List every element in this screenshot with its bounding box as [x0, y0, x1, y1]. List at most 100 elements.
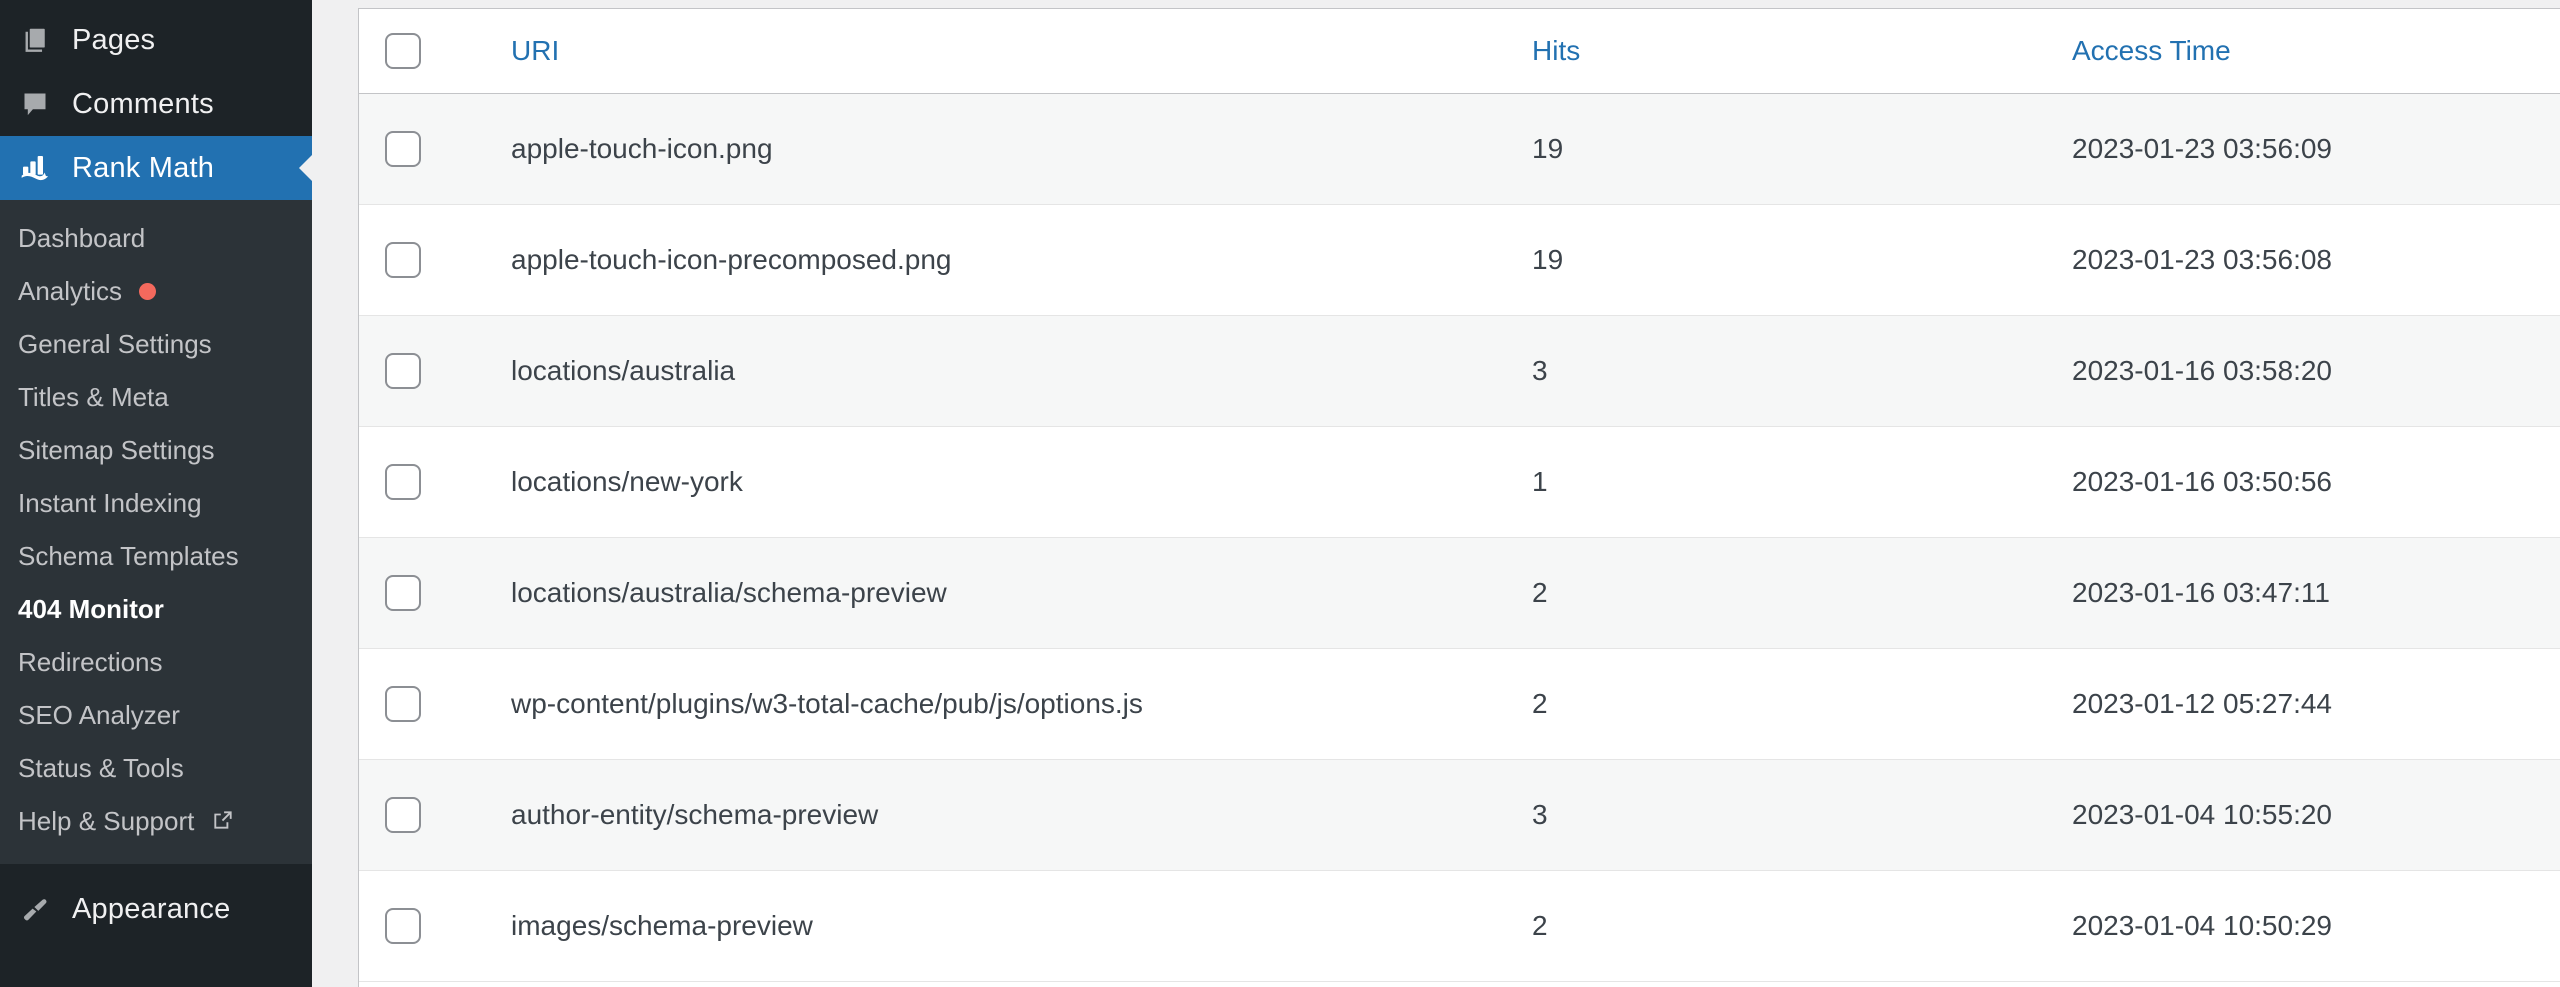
- list-table-container: URI Hits Access Time apple-touch-icon.pn…: [358, 8, 2560, 987]
- table-row[interactable]: author-entity/schema-preview 3 2023-01-04 …: [359, 759, 2560, 871]
- row-select-cell[interactable]: [359, 204, 459, 316]
- column-header-label: Hits: [1532, 34, 1581, 66]
- cell-uri-text: locations/new-york: [511, 465, 743, 497]
- admin-screen: Pages Comments Rank Math Dashboard Analy…: [0, 0, 2560, 987]
- cell-hits: 2: [1480, 870, 2020, 982]
- submenu-item-general-settings[interactable]: General Settings: [0, 318, 312, 371]
- submenu-item-label: Status & Tools: [18, 753, 184, 783]
- select-all-checkbox[interactable]: [385, 32, 421, 69]
- cell-access-time: 2023-01-04 10:50:29: [2020, 870, 2560, 982]
- cell-hits-text: 2: [1532, 687, 1548, 719]
- sidebar-item-appearance[interactable]: Appearance: [0, 878, 312, 942]
- row-select-cell[interactable]: [359, 537, 459, 649]
- table-row[interactable]: images/schema-preview 2 2023-01-04 10:50:2…: [359, 870, 2560, 982]
- cell-uri: locations/new-york: [459, 426, 1480, 538]
- cell-uri-text: locations/australia: [511, 354, 736, 386]
- column-header-hits[interactable]: Hits: [1480, 9, 2020, 94]
- cell-uri: wp-content/plugins/w3-total-cache/pub/js…: [459, 648, 1480, 760]
- row-checkbox[interactable]: [385, 796, 421, 833]
- cell-hits: 2: [1480, 537, 2020, 649]
- submenu-item-status-tools[interactable]: Status & Tools: [0, 742, 312, 795]
- sidebar-item-comments[interactable]: Comments: [0, 72, 312, 136]
- cell-uri-text: locations/australia/schema-preview: [511, 576, 947, 608]
- table-row[interactable]: apple-touch-icon.png 19 2023-01-23 03:56:0…: [359, 93, 2560, 205]
- submenu-item-label: Help & Support: [18, 806, 195, 836]
- sidebar-item-rank-math[interactable]: Rank Math: [0, 136, 312, 200]
- submenu-item-dashboard[interactable]: Dashboard: [0, 212, 312, 265]
- sidebar-top-menu: Pages Comments Rank Math Dashboard Analy…: [0, 0, 312, 942]
- column-header-access-time[interactable]: Access Time: [2020, 9, 2560, 94]
- cell-hits: 19: [1480, 204, 2020, 316]
- submenu-item-404-monitor[interactable]: 404 Monitor: [0, 583, 312, 636]
- submenu-item-label: Schema Templates: [18, 541, 239, 571]
- table-header-row: URI Hits Access Time: [359, 9, 2560, 94]
- cell-hits: 2: [1480, 648, 2020, 760]
- cell-uri: apple-touch-icon-precomposed.png: [459, 204, 1480, 316]
- rank-math-icon: [16, 152, 54, 184]
- cell-uri-text: apple-touch-icon-precomposed.png: [511, 243, 952, 275]
- table-filler-cell: [359, 981, 2560, 987]
- submenu-item-sitemap-settings[interactable]: Sitemap Settings: [0, 424, 312, 477]
- sidebar-item-pages[interactable]: Pages: [0, 8, 312, 72]
- 404-monitor-table: URI Hits Access Time apple-touch-icon.pn…: [359, 9, 2560, 987]
- submenu-item-redirections[interactable]: Redirections: [0, 636, 312, 689]
- rank-math-submenu: Dashboard Analytics General Settings Tit…: [0, 200, 312, 864]
- submenu-item-schema-templates[interactable]: Schema Templates: [0, 530, 312, 583]
- cell-hits-text: 19: [1532, 132, 1564, 164]
- row-checkbox[interactable]: [385, 685, 421, 722]
- cell-access-time-text: 2023-01-04 10:55:20: [2072, 798, 2332, 830]
- submenu-item-titles-meta[interactable]: Titles & Meta: [0, 371, 312, 424]
- column-header-uri[interactable]: URI: [459, 9, 1480, 94]
- submenu-item-label: Instant Indexing: [18, 488, 202, 518]
- cell-hits: 1: [1480, 426, 2020, 538]
- row-checkbox[interactable]: [385, 241, 421, 278]
- table-row[interactable]: wp-content/plugins/w3-total-cache/pub/js…: [359, 648, 2560, 760]
- column-header-label: Access Time: [2072, 34, 2231, 66]
- table-row[interactable]: locations/new-york 1 2023-01-16 03:50:56: [359, 426, 2560, 538]
- submenu-item-analytics[interactable]: Analytics: [0, 265, 312, 318]
- table-row[interactable]: locations/australia/schema-preview 2 2023-…: [359, 537, 2560, 649]
- pages-icon: [16, 25, 54, 55]
- row-checkbox[interactable]: [385, 463, 421, 500]
- submenu-item-label: 404 Monitor: [18, 594, 164, 624]
- submenu-item-instant-indexing[interactable]: Instant Indexing: [0, 477, 312, 530]
- cell-access-time-text: 2023-01-23 03:56:08: [2072, 243, 2332, 275]
- table-head: URI Hits Access Time: [359, 9, 2560, 94]
- table-row[interactable]: locations/australia 3 2023-01-16 03:58:20: [359, 315, 2560, 427]
- cell-uri: apple-touch-icon.png: [459, 93, 1480, 205]
- row-checkbox[interactable]: [385, 352, 421, 389]
- row-select-cell[interactable]: [359, 759, 459, 871]
- submenu-item-label: Redirections: [18, 647, 163, 677]
- submenu-item-label: Titles & Meta: [18, 382, 169, 412]
- cell-access-time: 2023-01-23 03:56:08: [2020, 204, 2560, 316]
- row-checkbox[interactable]: [385, 907, 421, 944]
- sidebar-item-label: Pages: [72, 23, 156, 56]
- row-select-cell[interactable]: [359, 648, 459, 760]
- appearance-icon: [16, 895, 54, 925]
- table-row[interactable]: apple-touch-icon-precomposed.png 19 2023-0…: [359, 204, 2560, 316]
- sidebar-item-label: Rank Math: [72, 151, 215, 184]
- row-checkbox[interactable]: [385, 130, 421, 167]
- cell-access-time-text: 2023-01-16 03:47:11: [2072, 576, 2330, 608]
- cell-hits-text: 3: [1532, 354, 1548, 386]
- submenu-item-help-support[interactable]: Help & Support: [0, 795, 312, 850]
- cell-uri: locations/australia: [459, 315, 1480, 427]
- row-select-cell[interactable]: [359, 315, 459, 427]
- cell-access-time-text: 2023-01-04 10:50:29: [2072, 909, 2332, 941]
- cell-hits-text: 19: [1532, 243, 1564, 275]
- cell-access-time: 2023-01-16 03:58:20: [2020, 315, 2560, 427]
- cell-access-time: 2023-01-12 05:27:44: [2020, 648, 2560, 760]
- cell-hits: 3: [1480, 759, 2020, 871]
- menu-separator: [0, 863, 312, 878]
- cell-uri: locations/australia/schema-preview: [459, 537, 1480, 649]
- column-header-select-all[interactable]: [359, 9, 459, 94]
- cell-uri-text: author-entity/schema-preview: [511, 798, 879, 830]
- row-select-cell[interactable]: [359, 426, 459, 538]
- row-select-cell[interactable]: [359, 93, 459, 205]
- row-checkbox[interactable]: [385, 574, 421, 611]
- cell-access-time-text: 2023-01-23 03:56:09: [2072, 132, 2332, 164]
- cell-hits: 19: [1480, 93, 2020, 205]
- row-select-cell[interactable]: [359, 870, 459, 982]
- submenu-item-seo-analyzer[interactable]: SEO Analyzer: [0, 689, 312, 742]
- submenu-item-label: SEO Analyzer: [18, 700, 180, 730]
